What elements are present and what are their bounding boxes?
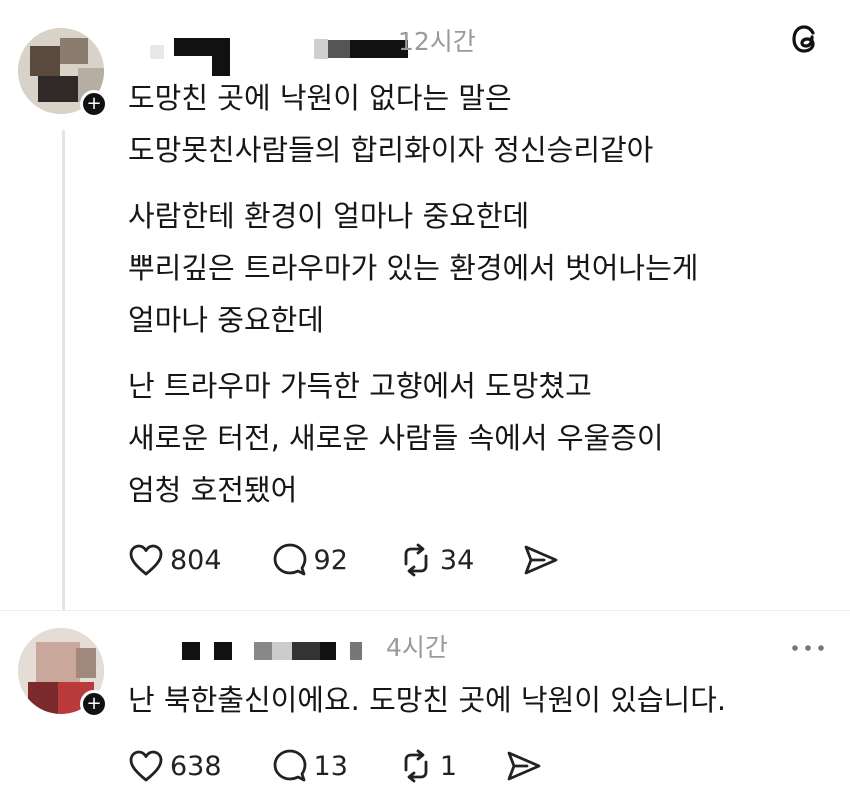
like-count: 804 xyxy=(170,544,222,576)
body-line: 사람한테 환경이 얼마나 중요한데 xyxy=(128,199,530,233)
comment-bubble-icon xyxy=(273,543,306,576)
send-icon xyxy=(507,751,541,781)
body-line: 얼마나 중요한데 xyxy=(128,303,324,337)
reply-count: 13 xyxy=(313,750,348,782)
heart-icon xyxy=(129,750,163,782)
reply-count: 92 xyxy=(313,544,348,576)
body-line: 난 트라우마 가득한 고향에서 도망쳤고 xyxy=(128,369,592,403)
post-2: + 4시간 난 북한출신이에요. 도망친 곳에 낙원이 있습니다. 638 13… xyxy=(0,612,850,807)
action-bar: 638 13 1 xyxy=(128,748,543,784)
post-body: 난 북한출신이에요. 도망친 곳에 낙원이 있습니다. xyxy=(128,674,726,726)
post-time: 12시간 xyxy=(398,27,476,56)
like-button[interactable]: 638 xyxy=(128,749,222,783)
body-line: 도망친 곳에 낙원이 없다는 말은 xyxy=(128,81,512,115)
body-line: 뿌리깊은 트라우마가 있는 환경에서 벗어나는게 xyxy=(128,251,699,285)
paragraph-1: 도망친 곳에 낙원이 없다는 말은 도망못친사람들의 합리화이자 정신승리같아 xyxy=(128,72,698,176)
repost-button[interactable]: 34 xyxy=(398,542,474,578)
repost-button[interactable]: 1 xyxy=(398,748,457,784)
divider xyxy=(0,610,850,611)
paragraph-2: 사람한테 환경이 얼마나 중요한데 뿌리깊은 트라우마가 있는 환경에서 벗어나… xyxy=(128,190,698,346)
send-icon xyxy=(524,545,558,575)
more-icon[interactable] xyxy=(790,638,826,657)
username-redacted xyxy=(182,642,362,660)
share-button[interactable] xyxy=(522,543,560,577)
repost-count: 34 xyxy=(439,544,475,576)
repost-count: 1 xyxy=(439,750,458,782)
post-time: 4시간 xyxy=(386,633,448,662)
paragraph-3: 난 트라우마 가득한 고향에서 도망쳤고 새로운 터전, 새로운 사람들 속에서… xyxy=(128,360,698,516)
reply-button[interactable]: 13 xyxy=(272,748,348,784)
repost-icon xyxy=(404,749,428,783)
post-body: 도망친 곳에 낙원이 없다는 말은 도망못친사람들의 합리화이자 정신승리같아 … xyxy=(128,72,698,516)
body-line: 난 북한출신이에요. 도망친 곳에 낙원이 있습니다. xyxy=(128,683,727,717)
comment-bubble-icon xyxy=(273,749,306,782)
follow-plus-icon[interactable]: + xyxy=(80,690,108,718)
body-line: 도망못친사람들의 합리화이자 정신승리같아 xyxy=(128,133,654,167)
follow-plus-icon[interactable]: + xyxy=(80,90,108,118)
heart-icon xyxy=(129,544,163,576)
threads-logo-icon[interactable] xyxy=(786,20,824,62)
post-1: + 12시간 도망친 곳에 낙원이 없다는 말은 도망못친사람들의 합리화이자 … xyxy=(0,0,850,610)
like-count: 638 xyxy=(170,750,222,782)
share-button[interactable] xyxy=(505,749,543,783)
action-bar: 804 92 34 xyxy=(128,542,560,578)
repost-icon xyxy=(404,543,428,577)
like-button[interactable]: 804 xyxy=(128,543,222,577)
thread-line xyxy=(62,130,65,610)
body-line: 엄청 호전됐어 xyxy=(128,473,298,507)
body-line: 새로운 터전, 새로운 사람들 속에서 우울증이 xyxy=(128,421,664,455)
reply-button[interactable]: 92 xyxy=(272,542,348,578)
username-redacted xyxy=(150,22,408,76)
